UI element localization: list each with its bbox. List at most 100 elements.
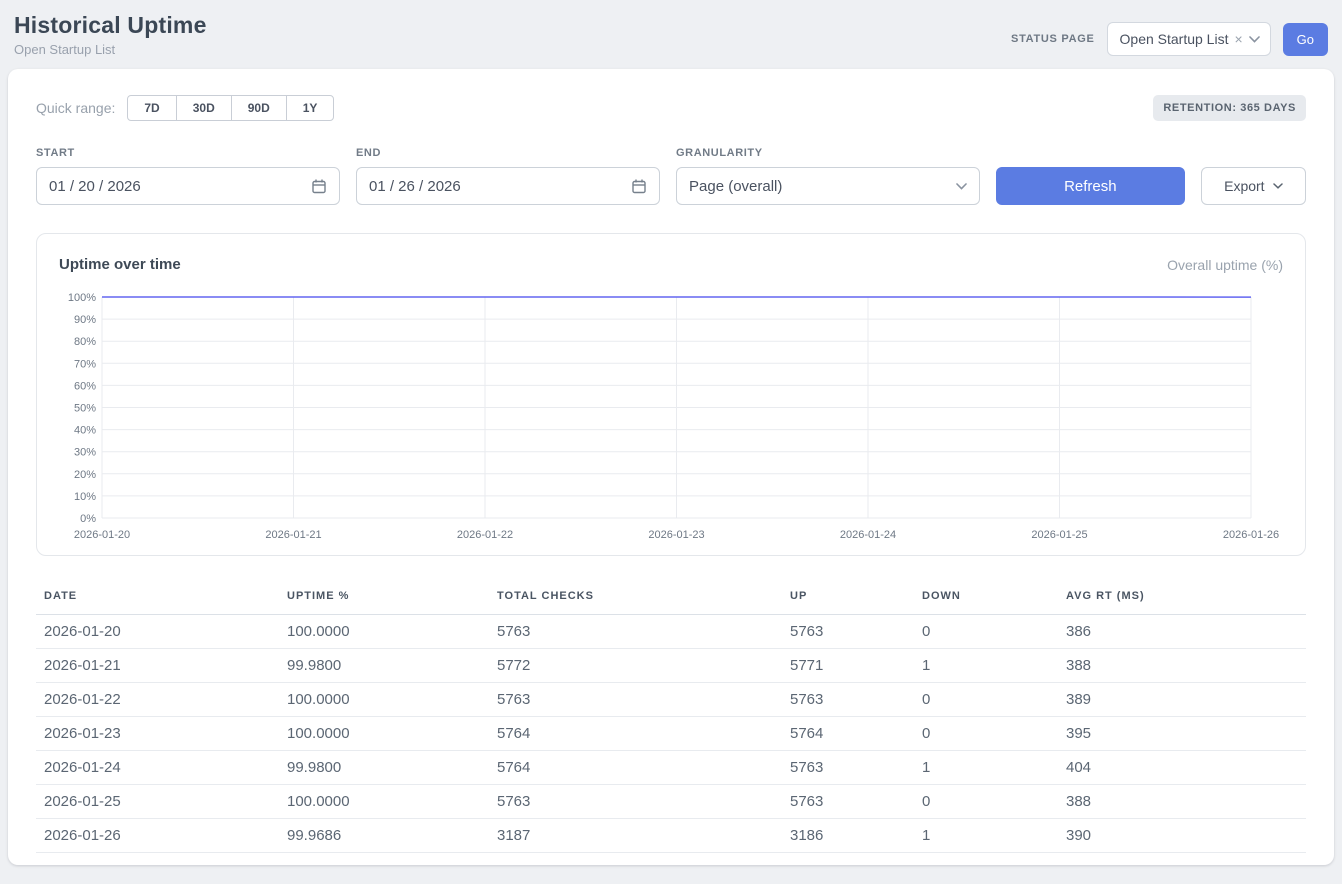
table-cell: 3186 [782,819,914,853]
granularity-selected-value: Page (overall) [689,178,782,195]
calendar-icon[interactable] [631,178,647,194]
start-date-input[interactable]: 01 / 20 / 2026 [36,167,340,205]
table-cell: 0 [914,717,1058,751]
main-card: Quick range: 7D30D90D1Y RETENTION: 365 D… [8,69,1334,865]
uptime-table: DATEUPTIME %TOTAL CHECKSUPDOWNAVG RT (MS… [36,580,1306,853]
clear-selection-icon[interactable]: × [1234,32,1242,46]
table-cell: 2026-01-26 [36,819,279,853]
table-cell: 386 [1058,615,1306,649]
table-cell: 100.0000 [279,683,489,717]
column-header: DOWN [914,580,1058,615]
table-cell: 2026-01-20 [36,615,279,649]
svg-text:0%: 0% [80,513,96,525]
table-cell: 390 [1058,819,1306,853]
end-date-input[interactable]: 01 / 26 / 2026 [356,167,660,205]
column-header: TOTAL CHECKS [489,580,782,615]
table-row: 2026-01-23100.0000576457640395 [36,717,1306,751]
page-title: Historical Uptime [14,12,207,39]
table-cell: 2026-01-22 [36,683,279,717]
table-row: 2026-01-2499.9800576457631404 [36,751,1306,785]
status-page-label: STATUS PAGE [1011,33,1094,45]
table-cell: 5763 [489,785,782,819]
table-cell: 2026-01-23 [36,717,279,751]
quick-range-group: 7D30D90D1Y [127,95,334,121]
status-page-select[interactable]: Open Startup List × [1107,22,1271,56]
svg-text:20%: 20% [74,469,96,481]
svg-text:90%: 90% [74,314,96,326]
table-cell: 395 [1058,717,1306,751]
retention-badge: RETENTION: 365 DAYS [1153,95,1306,121]
svg-text:2026-01-24: 2026-01-24 [840,529,896,541]
start-date-value: 01 / 20 / 2026 [49,178,141,195]
table-cell: 2026-01-25 [36,785,279,819]
table-cell: 5763 [782,785,914,819]
end-date-label: END [356,147,660,159]
quick-range-left: Quick range: 7D30D90D1Y [36,95,334,121]
svg-text:2026-01-21: 2026-01-21 [265,529,321,541]
export-button[interactable]: Export [1201,167,1306,205]
uptime-chart-svg: 0%10%20%30%40%50%60%70%80%90%100%2026-01… [55,287,1287,545]
table-cell: 388 [1058,649,1306,683]
table-cell: 0 [914,615,1058,649]
go-button[interactable]: Go [1283,23,1328,56]
status-page-selected-value: Open Startup List [1120,31,1229,47]
table-cell: 5763 [782,683,914,717]
table-cell: 100.0000 [279,615,489,649]
chevron-down-icon [1273,183,1283,189]
start-date-label: START [36,147,340,159]
table-cell: 99.9686 [279,819,489,853]
page-header-left: Historical Uptime Open Startup List [14,12,207,57]
table-cell: 2026-01-21 [36,649,279,683]
svg-text:50%: 50% [74,403,96,415]
granularity-select[interactable]: Page (overall) [676,167,980,205]
table-cell: 5763 [489,683,782,717]
table-cell: 5763 [782,751,914,785]
table-cell: 5771 [782,649,914,683]
quick-range-label: Quick range: [36,100,115,116]
page-header: Historical Uptime Open Startup List STAT… [0,0,1342,65]
end-date-value: 01 / 26 / 2026 [369,178,461,195]
page-subtitle: Open Startup List [14,42,207,57]
table-row: 2026-01-22100.0000576357630389 [36,683,1306,717]
svg-text:100%: 100% [68,292,96,304]
table-cell: 0 [914,785,1058,819]
svg-text:70%: 70% [74,358,96,370]
table-cell: 100.0000 [279,785,489,819]
table-cell: 388 [1058,785,1306,819]
svg-text:80%: 80% [74,336,96,348]
end-date-field: END 01 / 26 / 2026 [356,147,660,205]
table-row: 2026-01-2699.9686318731861390 [36,819,1306,853]
table-cell: 100.0000 [279,717,489,751]
granularity-field: GRANULARITY Page (overall) [676,147,980,205]
column-header: DATE [36,580,279,615]
svg-text:2026-01-22: 2026-01-22 [457,529,513,541]
quick-range-7d[interactable]: 7D [127,95,176,121]
quick-range-90d[interactable]: 90D [231,95,287,121]
refresh-button[interactable]: Refresh [996,167,1185,205]
table-row: 2026-01-2199.9800577257711388 [36,649,1306,683]
chart-title: Uptime over time [59,256,181,273]
uptime-table-header-row: DATEUPTIME %TOTAL CHECKSUPDOWNAVG RT (MS… [36,580,1306,615]
quick-range-1y[interactable]: 1Y [286,95,335,121]
svg-text:2026-01-20: 2026-01-20 [74,529,130,541]
table-cell: 1 [914,819,1058,853]
page-header-right: STATUS PAGE Open Startup List × Go [1011,22,1328,56]
table-cell: 5763 [489,615,782,649]
table-cell: 389 [1058,683,1306,717]
table-row: 2026-01-20100.0000576357630386 [36,615,1306,649]
column-header: UPTIME % [279,580,489,615]
table-cell: 2026-01-24 [36,751,279,785]
chart-legend: Overall uptime (%) [1167,257,1283,273]
column-header: AVG RT (MS) [1058,580,1306,615]
chevron-down-icon [956,183,967,190]
table-cell: 1 [914,751,1058,785]
table-cell: 404 [1058,751,1306,785]
quick-range-30d[interactable]: 30D [176,95,232,121]
quick-range-row: Quick range: 7D30D90D1Y RETENTION: 365 D… [36,95,1306,121]
calendar-icon[interactable] [311,178,327,194]
table-cell: 1 [914,649,1058,683]
table-cell: 3187 [489,819,782,853]
table-cell: 5763 [782,615,914,649]
table-cell: 5764 [782,717,914,751]
svg-text:10%: 10% [74,491,96,503]
